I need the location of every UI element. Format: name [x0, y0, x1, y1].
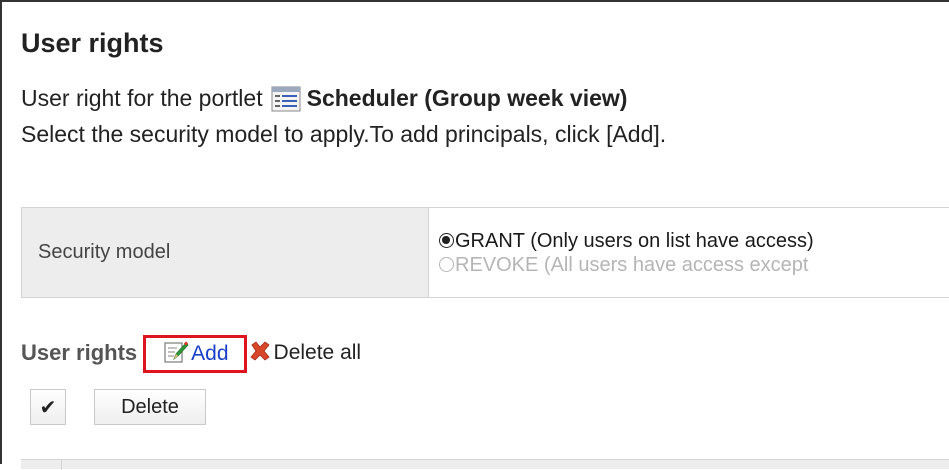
portlet-line: User right for the portlet Scheduler (Gr… [21, 85, 627, 112]
grant-option-label: GRANT (Only users on list have access) [455, 229, 814, 253]
rights-list-header [21, 459, 949, 469]
red-x-icon [248, 339, 272, 368]
security-model-table: Security model GRANT (Only users on list… [21, 207, 949, 298]
page-title: User rights [21, 28, 164, 59]
revoke-option[interactable]: REVOKE (All users have access except [439, 253, 949, 277]
scheduler-list-icon [271, 86, 301, 112]
instruction-text: Select the security model to apply.To ad… [21, 121, 666, 148]
revoke-option-label: REVOKE (All users have access except [455, 253, 808, 277]
revoke-radio[interactable] [439, 257, 454, 272]
add-link-label: Add [191, 342, 228, 366]
checkmark-icon: ✔ [40, 395, 57, 420]
delete-all-label: Delete all [274, 341, 362, 365]
delete-button-label: Delete [121, 396, 179, 419]
grant-radio[interactable] [439, 233, 454, 248]
security-model-label: Security model [22, 208, 429, 298]
portlet-prefix: User right for the portlet [21, 85, 263, 112]
delete-button[interactable]: Delete [94, 389, 206, 425]
add-link[interactable]: Add [143, 335, 246, 373]
edit-pencil-icon [163, 340, 189, 369]
select-all-button[interactable]: ✔ [30, 389, 66, 425]
user-rights-toolbar: User rights Add Delete all [21, 333, 361, 373]
security-model-options: GRANT (Only users on list have access) R… [429, 208, 949, 298]
user-rights-label: User rights [21, 340, 137, 366]
delete-all-link[interactable]: Delete all [248, 339, 362, 368]
portlet-name: Scheduler (Group week view) [307, 85, 628, 112]
grant-option[interactable]: GRANT (Only users on list have access) [439, 229, 949, 253]
list-header-separator [61, 460, 62, 470]
